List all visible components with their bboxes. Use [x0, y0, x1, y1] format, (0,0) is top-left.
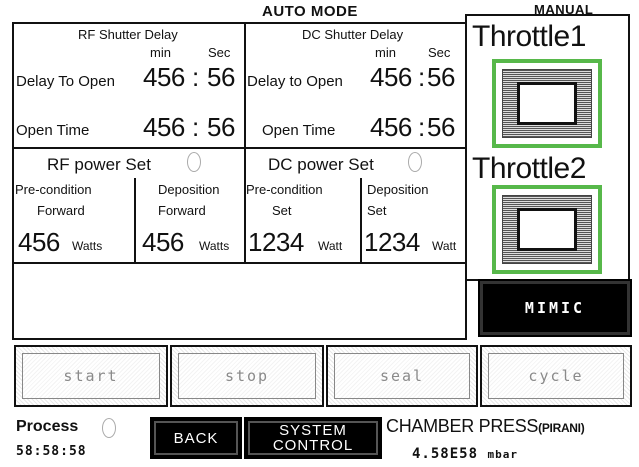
dc-power-title: DC power Set: [268, 155, 374, 174]
grid-divider-1: [12, 147, 467, 149]
pirani-label: (PIRANI): [538, 421, 585, 435]
chamber-press-text: CHAMBER PRESS: [386, 416, 539, 436]
throttle2-valve[interactable]: [492, 185, 602, 274]
rf-delay-label: Delay To Open: [16, 73, 115, 90]
back-label: BACK: [173, 429, 219, 447]
chamber-press-label: CHAMBER PRESS(PIRANI): [386, 416, 585, 437]
mimic-label: MIMIC: [524, 299, 586, 317]
rf-dep-label: Deposition: [158, 182, 220, 197]
cycle-label: cycle: [528, 367, 584, 385]
dc-open-sep: :: [418, 112, 425, 142]
dc-delay-min[interactable]: 456: [370, 62, 412, 93]
rf-dep-unit: Watts: [199, 239, 230, 253]
rf-pre-unit: Watts: [72, 239, 103, 253]
throttle1-valve[interactable]: [492, 59, 602, 148]
system-label: SYSTEM: [279, 422, 347, 439]
seal-button[interactable]: seal: [326, 345, 478, 407]
dc-sec-label: Sec: [428, 45, 451, 60]
rf-dep-sub: Forward: [158, 203, 206, 218]
mode-title: AUTO MODE: [262, 3, 358, 20]
start-label: start: [63, 367, 119, 385]
rf-open-min[interactable]: 456: [143, 112, 185, 143]
dc-delay-sec[interactable]: 56: [427, 62, 455, 93]
process-indicator: [102, 418, 116, 438]
process-label: Process: [16, 418, 79, 435]
mimic-button[interactable]: MIMIC: [478, 279, 632, 337]
rf-delay-sep: :: [192, 62, 199, 92]
seal-label: seal: [379, 367, 425, 385]
control-label: CONTROL: [272, 437, 354, 454]
dc-dep-value[interactable]: 1234: [364, 227, 420, 258]
rf-delay-sec[interactable]: 56: [207, 62, 235, 93]
rf-min-label: min: [150, 45, 171, 60]
dc-open-label: Open Time: [262, 122, 336, 139]
grid-divider-rf: [134, 178, 136, 263]
rf-open-sec[interactable]: 56: [207, 112, 235, 143]
pressure-value: 4.58E58: [412, 446, 479, 462]
rf-open-sep: :: [192, 112, 199, 142]
dc-pre-value[interactable]: 1234: [248, 227, 304, 258]
cycle-button[interactable]: cycle: [480, 345, 632, 407]
rf-pre-label: Pre-condition: [15, 182, 92, 197]
rf-dep-value[interactable]: 456: [142, 227, 184, 258]
throttle1-label: Throttle1: [472, 20, 586, 53]
dc-min-label: min: [375, 45, 396, 60]
dc-dep-sub: Set: [367, 203, 387, 218]
pressure-unit: mbar: [487, 448, 518, 461]
stop-button[interactable]: stop: [170, 345, 324, 407]
process-timer: 58:58:58: [16, 444, 87, 459]
dc-power-radio[interactable]: [408, 152, 422, 172]
grid-divider-center: [244, 22, 246, 263]
throttle2-label: Throttle2: [472, 152, 586, 185]
rf-pre-value[interactable]: 456: [18, 227, 60, 258]
dc-pre-label: Pre-condition: [246, 182, 323, 197]
dc-open-sec[interactable]: 56: [427, 112, 455, 143]
start-button[interactable]: start: [14, 345, 168, 407]
rf-delay-min[interactable]: 456: [143, 62, 185, 93]
rf-open-label: Open Time: [16, 122, 90, 139]
dc-shutter-title: DC Shutter Delay: [302, 27, 404, 42]
dc-delay-sep: :: [418, 62, 425, 92]
stop-label: stop: [224, 367, 270, 385]
grid-divider-dc: [360, 178, 362, 263]
rf-power-title: RF power Set: [47, 155, 151, 174]
dc-dep-label: Deposition: [367, 182, 429, 197]
dc-open-min[interactable]: 456: [370, 112, 412, 143]
system-control-button[interactable]: SYSTEM CONTROL: [244, 417, 382, 459]
dc-pre-unit: Watt: [318, 239, 343, 253]
rf-shutter-title: RF Shutter Delay: [78, 27, 178, 42]
pressure-readout: 4.58E58 mbar: [412, 446, 518, 462]
dc-delay-label: Delay to Open: [247, 73, 343, 90]
rf-sec-label: Sec: [208, 45, 231, 60]
grid-divider-2: [12, 262, 467, 264]
rf-pre-sub: Forward: [37, 203, 85, 218]
back-button[interactable]: BACK: [150, 417, 242, 459]
rf-power-radio[interactable]: [187, 152, 201, 172]
dc-pre-sub: Set: [272, 203, 292, 218]
dc-dep-unit: Watt: [432, 239, 457, 253]
